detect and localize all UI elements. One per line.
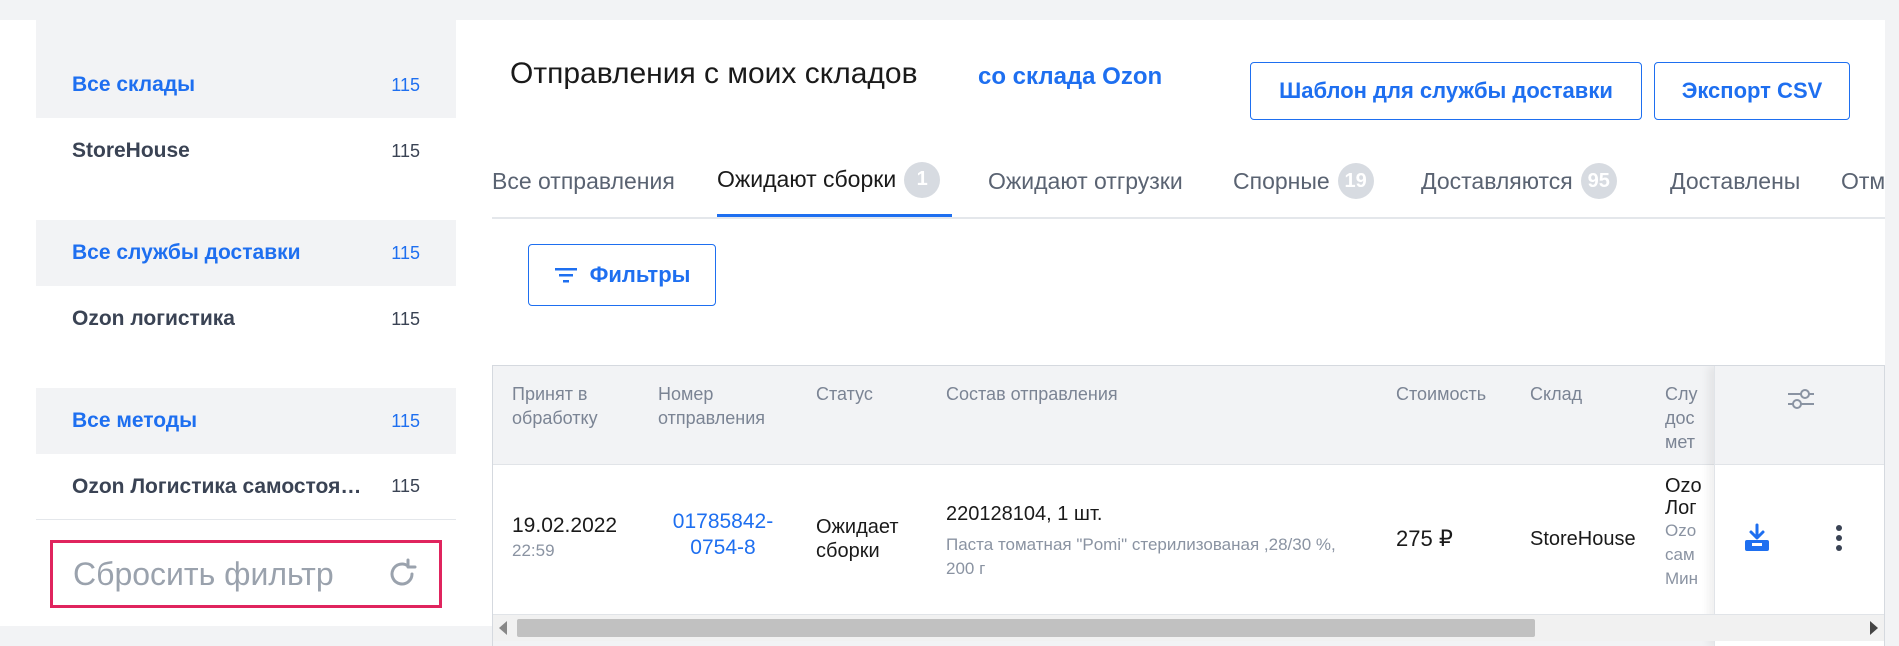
column-header-status[interactable]: Статус (816, 382, 873, 406)
table-header: Принят в обработку Номер отправления Ста… (493, 366, 1884, 465)
delivery-method: Ozo (1665, 521, 1697, 540)
horizontal-scrollbar[interactable] (493, 614, 1884, 641)
reset-filter-label: Сбросить фильтр (73, 555, 334, 592)
tab-count-badge: 1 (904, 161, 941, 198)
tab-awaiting-packaging[interactable]: Ожидают сборки 1 (717, 145, 952, 217)
tab-label: Доставлены (1670, 167, 1801, 194)
item-description: Паста томатная "Pomi" стерилизованая ,28… (946, 535, 1336, 578)
status-text: сборки (816, 540, 880, 562)
filters-button[interactable]: Фильтры (528, 244, 716, 306)
sidebar-item-label: Ozon логистика (72, 307, 235, 330)
refresh-icon (390, 558, 417, 586)
column-header-accepted[interactable]: Принят в обработку (512, 382, 598, 430)
export-csv-button[interactable]: Экспорт CSV (1654, 62, 1850, 120)
item-title: 220128104, 1 шт. (946, 503, 1103, 525)
tab-awaiting-shipment[interactable]: Ожидают отгрузки (988, 145, 1183, 217)
actions-header (1715, 366, 1884, 465)
shipments-table: Принят в обработку Номер отправления Ста… (492, 365, 1885, 646)
column-header-number[interactable]: Номер отправления (658, 382, 765, 430)
tab-delivering[interactable]: Доставляются 95 (1421, 145, 1617, 217)
ozon-warehouse-link[interactable]: со склада Ozon (978, 63, 1162, 91)
delivery-method: Мин (1665, 569, 1699, 588)
tab-label: Спорные (1233, 167, 1330, 194)
tab-label: Отм (1841, 167, 1885, 194)
column-header-delivery[interactable]: Слу дос мет (1665, 382, 1705, 454)
cell-price: 275 ₽ (1396, 526, 1453, 551)
sidebar-item-count: 115 (391, 140, 420, 161)
scrollbar-thumb[interactable] (517, 619, 1535, 637)
status-tabs: Все отправления Ожидают сборки 1 Ожидают … (492, 145, 1885, 219)
tab-disputed[interactable]: Спорные 19 (1233, 145, 1374, 217)
filters-label: Фильтры (589, 262, 691, 287)
reset-filter-button[interactable]: Сбросить фильтр (50, 540, 442, 608)
cell-status: Ожидает сборки (816, 515, 899, 563)
sidebar-item-all-methods[interactable]: Все методы 115 (36, 388, 456, 454)
tab-label: Все отправления (492, 167, 675, 194)
tab-count-badge: 95 (1580, 163, 1617, 199)
filter-icon (554, 268, 577, 283)
sidebar-item-storehouse[interactable]: StoreHouse 115 (36, 118, 456, 184)
column-header-warehouse[interactable]: Склад (1530, 382, 1582, 406)
accepted-date: 19.02.2022 (512, 514, 618, 537)
delivery-template-button[interactable]: Шаблон для службы доставки (1250, 62, 1642, 120)
sidebar-item-count: 115 (391, 74, 420, 95)
sidebar-item-all-delivery-services[interactable]: Все службы доставки 115 (36, 220, 456, 286)
sidebar-item-label: StoreHouse (72, 139, 190, 162)
scroll-left-arrow-icon[interactable] (499, 621, 507, 635)
scroll-right-arrow-icon[interactable] (1870, 621, 1878, 635)
sidebar-item-count: 115 (391, 410, 420, 431)
sidebar-item-ozon-self-logistics[interactable]: Ozon Логистика самостоятельно, Москва 11… (36, 454, 456, 520)
table-row[interactable]: 19.02.2022 22:59 01785842- 0754-8 Ожидае… (493, 465, 1884, 615)
column-header-price[interactable]: Стоимость (1396, 382, 1486, 406)
shipment-number-link[interactable]: 01785842- 0754-8 (658, 509, 788, 561)
row-actions-column (1714, 366, 1884, 646)
sidebar-item-label: Все службы доставки (72, 241, 301, 264)
page-title: Отправления с моих складов (510, 57, 918, 90)
sidebar: Все склады 115 StoreHouse 115 Все службы… (36, 20, 456, 626)
sidebar-item-label: Ozon Логистика самостоятельно, Москва (72, 474, 362, 498)
more-options-icon[interactable] (1835, 524, 1843, 552)
sidebar-item-all-warehouses[interactable]: Все склады 115 (36, 52, 456, 118)
sidebar-item-ozon-logistics[interactable]: Ozon логистика 115 (36, 286, 456, 352)
cell-warehouse: StoreHouse (1530, 528, 1636, 550)
shipment-number-part: 0754-8 (690, 536, 756, 559)
delivery-service: Ozo (1665, 475, 1702, 497)
delivery-method: сам (1665, 545, 1695, 564)
tab-label: Ожидают отгрузки (988, 167, 1183, 194)
sidebar-item-label: Все методы (72, 409, 198, 432)
column-header-contents[interactable]: Состав отправления (946, 382, 1118, 406)
cell-accepted: 19.02.2022 22:59 (512, 513, 617, 563)
tab-delivered[interactable]: Доставлены (1670, 145, 1800, 217)
sidebar-item-count: 115 (391, 242, 420, 263)
cell-delivery: Ozo Лог Ozo сам Мин (1665, 475, 1705, 591)
tab-cancelled[interactable]: Отм (1841, 145, 1885, 217)
tab-count-badge: 19 (1337, 163, 1374, 199)
sidebar-item-label: Все склады (72, 73, 196, 96)
cell-contents: 220128104, 1 шт. Паста томатная "Pomi" с… (946, 501, 1366, 581)
shipment-number-part: 01785842- (672, 510, 774, 533)
status-text: Ожидает (816, 516, 899, 538)
sidebar-item-count: 115 (391, 308, 420, 329)
download-label-icon[interactable] (1743, 523, 1771, 553)
accepted-time: 22:59 (512, 541, 555, 560)
tab-label: Доставляются (1421, 167, 1573, 194)
column-settings-icon[interactable] (1786, 386, 1816, 412)
sidebar-item-count: 115 (391, 476, 420, 496)
tab-label: Ожидают сборки (717, 166, 897, 192)
delivery-service: Лог (1665, 497, 1697, 519)
tab-all-shipments[interactable]: Все отправления (492, 145, 675, 217)
